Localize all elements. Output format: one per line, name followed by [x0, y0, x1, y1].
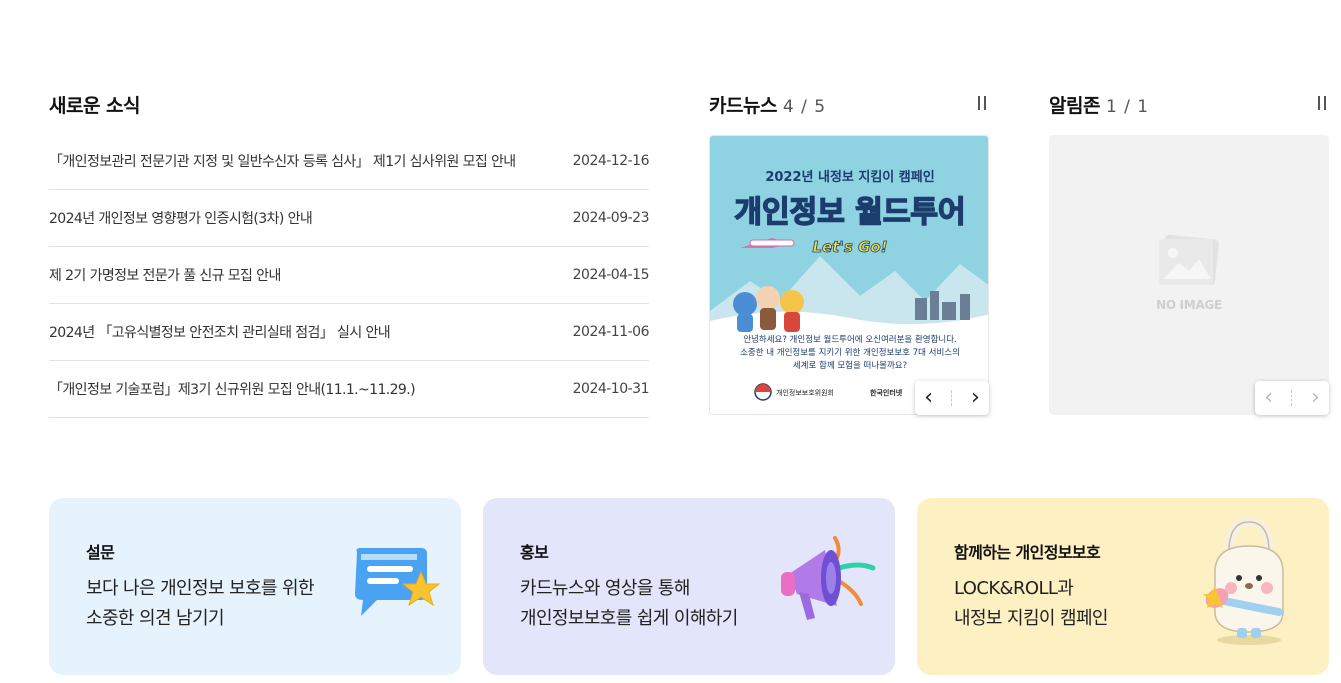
campaign-banner-line1: LOCK&ROLL과: [954, 578, 1074, 599]
news-item-date: 2024-09-23: [572, 210, 650, 226]
chat-star-icon: [355, 548, 441, 616]
cardnews-pause-button[interactable]: [976, 96, 988, 110]
nav-divider: [951, 390, 953, 406]
campaign-banner-desc: LOCK&ROLL과 내정보 지킴이 캠페인: [954, 574, 1108, 634]
news-item-title[interactable]: 제 2기 가명정보 전문가 풀 신규 모집 안내: [49, 265, 281, 285]
alert-slide[interactable]: NO IMAGE: [1049, 135, 1329, 415]
survey-banner[interactable]: 설문 보다 나은 개인정보 보호를 위한 소중한 의견 남기기: [49, 498, 461, 675]
news-item[interactable]: 제 2기 가명정보 전문가 풀 신규 모집 안내 2024-04-15: [49, 247, 650, 304]
alert-prev-button[interactable]: ‹: [1264, 387, 1273, 409]
news-section-title: 새로운 소식: [49, 95, 141, 117]
campaign-banner-label: 함께하는 개인정보보호: [954, 543, 1101, 562]
news-item[interactable]: 「개인정보관리 전문기관 지정 및 일반수신자 등록 심사」 제1기 심사위원 …: [49, 133, 650, 190]
survey-banner-line2: 소중한 의견 남기기: [86, 608, 225, 629]
campaign-banner-line2: 내정보 지킴이 캠페인: [954, 608, 1108, 629]
news-item[interactable]: 2024년 개인정보 영향평가 인증시험(3차) 안내 2024-09-23: [49, 190, 650, 247]
alert-nav: ‹ ›: [1255, 381, 1329, 415]
promo-banner-line1: 카드뉴스와 영상을 통해: [520, 578, 690, 599]
cardnews-body-line1: 안녕하세요? 개인정보 월드투어에 오신여러분을 환영합니다.: [743, 334, 957, 345]
cardnews-nav: ‹ ›: [915, 381, 989, 415]
cardnews-prev-button[interactable]: ‹: [924, 387, 933, 409]
alert-next-button[interactable]: ›: [1311, 387, 1320, 409]
cardnews-title: 카드뉴스: [709, 95, 777, 117]
cardnews-body-line3: 세계로 함께 모험을 떠나볼까요?: [793, 360, 907, 371]
image-placeholder-icon: [1159, 234, 1219, 286]
alert-title: 알림존: [1049, 95, 1100, 117]
promo-banner-label: 홍보: [520, 543, 549, 562]
news-list: 「개인정보관리 전문기관 지정 및 일반수신자 등록 심사」 제1기 심사위원 …: [49, 133, 650, 418]
news-item-title[interactable]: 「개인정보관리 전문기관 지정 및 일반수신자 등록 심사」 제1기 심사위원 …: [49, 151, 516, 171]
cardnews-slide[interactable]: 2022년 내정보 지킴이 캠페인 개인정보 월드투어 Let's Go! 안녕…: [709, 135, 989, 415]
news-item-date: 2024-04-15: [572, 267, 650, 283]
promo-banner-desc: 카드뉴스와 영상을 통해 개인정보보호를 쉽게 이해하기: [520, 574, 738, 634]
campaign-banner[interactable]: 함께하는 개인정보보호 LOCK&ROLL과 내정보 지킴이 캠페인: [917, 498, 1329, 675]
alert-counter: 1 / 1: [1105, 97, 1150, 117]
lock-mascot-icon: [1203, 517, 1284, 645]
cardnews-big-title: 개인정보 월드투어: [734, 195, 965, 230]
news-item-date: 2024-12-16: [572, 153, 650, 169]
cardnews-badge: Let's Go!: [812, 238, 887, 256]
cardnews-headline: 2022년 내정보 지킴이 캠페인: [765, 169, 934, 185]
cardnews-image: 2022년 내정보 지킴이 캠페인 개인정보 월드투어 Let's Go! 안녕…: [710, 136, 988, 414]
cardnews-logo1: 개인정보보호위원회: [776, 388, 834, 397]
cardnews-next-button[interactable]: ›: [971, 387, 980, 409]
alert-pause-button[interactable]: [1316, 96, 1328, 110]
noimage-text: NO IMAGE: [1156, 298, 1222, 312]
survey-banner-desc: 보다 나은 개인정보 보호를 위한 소중한 의견 남기기: [86, 574, 315, 634]
alert-section-title: 알림존 1 / 1: [1049, 91, 1149, 118]
cardnews-logo2: 한국인터넷: [870, 388, 903, 397]
nav-divider: [1291, 390, 1293, 406]
cardnews-section-title: 카드뉴스 4 / 5: [709, 91, 826, 118]
cardnews-body-line2: 소중한 내 개인정보를 지키기 위한 개인정보보호 7대 서비스의: [740, 347, 960, 358]
news-item-date: 2024-10-31: [572, 381, 650, 397]
survey-banner-line1: 보다 나은 개인정보 보호를 위한: [86, 578, 315, 599]
news-item-title[interactable]: 「개인정보 기술포럼」제3기 신규위원 모집 안내(11.1.~11.29.): [49, 379, 415, 399]
news-item-date: 2024-11-06: [572, 324, 650, 340]
news-item-title[interactable]: 2024년 「고유식별정보 안전조치 관리실태 점검」 실시 안내: [49, 322, 390, 342]
news-item-title[interactable]: 2024년 개인정보 영향평가 인증시험(3차) 안내: [49, 208, 312, 228]
promo-banner[interactable]: 홍보 카드뉴스와 영상을 통해 개인정보보호를 쉽게 이해하기: [483, 498, 895, 675]
cardnews-counter: 4 / 5: [782, 97, 827, 117]
news-item[interactable]: 「개인정보 기술포럼」제3기 신규위원 모집 안내(11.1.~11.29.) …: [49, 361, 650, 418]
promo-banner-line2: 개인정보보호를 쉽게 이해하기: [520, 608, 738, 629]
news-item[interactable]: 2024년 「고유식별정보 안전조치 관리실태 점검」 실시 안내 2024-1…: [49, 304, 650, 361]
survey-banner-label: 설문: [86, 543, 115, 562]
megaphone-icon: [781, 536, 876, 620]
